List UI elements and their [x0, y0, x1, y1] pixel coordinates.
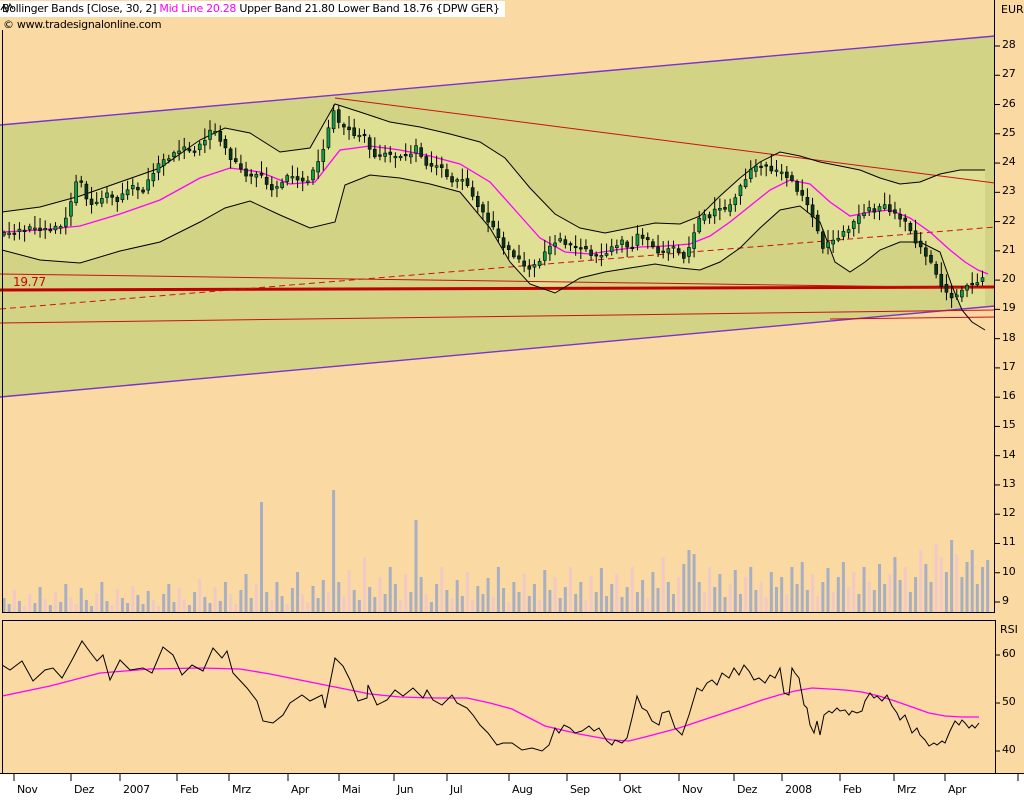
chart-window: Bollinger Bands [Close, 30, 2] Mid Line …: [0, 0, 1024, 800]
rsi-panel-label: RSI: [1000, 623, 1018, 636]
price-axis-label: 11: [1002, 535, 1015, 548]
x-axis-label: Apr: [291, 783, 309, 796]
price-axis-label: 15: [1002, 418, 1015, 431]
rsi-axis-label: 40: [1002, 743, 1015, 756]
x-axis-label: Jul: [450, 783, 462, 796]
price-axis-label: 9: [1002, 594, 1009, 607]
band-values: Upper Band 21.80 Lower Band 18.76 {DPW G…: [236, 2, 500, 15]
x-axis-label: Aug: [512, 783, 533, 796]
copyright-text: © www.tradesignalonline.com: [3, 18, 161, 31]
rsi-panel-border: [3, 621, 996, 774]
price-axis-label: 20: [1002, 272, 1015, 285]
price-axis-label: 16: [1002, 389, 1015, 402]
x-axis-label: Okt: [623, 783, 641, 796]
price-axis-label: 18: [1002, 331, 1015, 344]
x-axis-label: Dez: [737, 783, 757, 796]
x-axis-label: Feb: [180, 783, 199, 796]
mid-line-value: Mid Line 20.28: [159, 2, 236, 15]
price-axis-label: 22: [1002, 214, 1015, 227]
price-axis-label: 14: [1002, 448, 1015, 461]
price-axis-label: 25: [1002, 126, 1015, 139]
price-axis-label: 26: [1002, 97, 1015, 110]
x-axis-label: Apr: [948, 783, 966, 796]
price-axis-label: 24: [1002, 155, 1015, 168]
x-axis-label: Mrz: [232, 783, 251, 796]
price-axis-label: 10: [1002, 565, 1015, 578]
price-axis-label: 28: [1002, 38, 1015, 51]
volume-bars: [3, 490, 990, 612]
x-axis-label: Sep: [570, 783, 590, 796]
x-axis-label: 2007: [123, 783, 150, 796]
price-axis-label: 12: [1002, 506, 1015, 519]
indicator-name: Bollinger Bands [Close, 30, 2]: [2, 2, 159, 15]
rsi-line: [2, 641, 979, 751]
rsi-axis-label: 60: [1002, 647, 1015, 660]
x-axis-label: Jun: [397, 783, 413, 796]
x-axis-label: Nov: [17, 783, 38, 796]
x-axis-label: Mrz: [897, 783, 916, 796]
support-price-label: 19.77: [13, 275, 46, 289]
currency-axis-label: EUR: [1001, 3, 1024, 16]
rsi-axis-label: 50: [1002, 695, 1015, 708]
price-axis-label: 23: [1002, 184, 1015, 197]
x-axis-label: Dez: [74, 783, 94, 796]
x-axis-label: Feb: [843, 783, 862, 796]
rsi-signal-line: [2, 668, 979, 741]
indicator-title-bar: Bollinger Bands [Close, 30, 2] Mid Line …: [0, 1, 505, 17]
price-axis-label: 19: [1002, 301, 1015, 314]
price-axis-label: 21: [1002, 243, 1015, 256]
x-axis-label: Mai: [342, 783, 360, 796]
line-chart-icon: [0, 1, 14, 13]
x-axis-label: Nov: [682, 783, 703, 796]
price-axis-label: 27: [1002, 67, 1015, 80]
chart-canvas[interactable]: [0, 0, 1024, 800]
x-axis-label: 2008: [785, 783, 812, 796]
price-axis-label: 13: [1002, 477, 1015, 490]
price-axis-label: 17: [1002, 360, 1015, 373]
